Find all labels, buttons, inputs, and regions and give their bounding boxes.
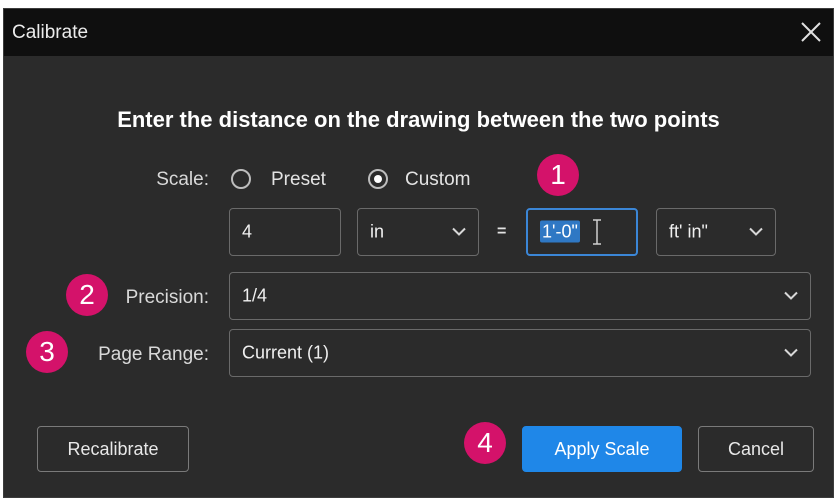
cancel-button-label: Cancel: [727, 439, 785, 459]
drawing-unit-value: in: [370, 221, 385, 242]
dialog-title: Calibrate: [12, 22, 89, 43]
radio-preset-label: Preset: [271, 169, 326, 190]
precision-select[interactable]: 1/4: [229, 272, 811, 320]
radio-custom[interactable]: [368, 169, 388, 189]
close-icon[interactable]: [799, 20, 823, 44]
equals-sign: =: [497, 223, 507, 240]
recalibrate-button-label: Recalibrate: [67, 439, 159, 459]
radio-custom-label: Custom: [405, 169, 471, 190]
real-distance-value: 1'-0": [540, 220, 580, 243]
callout-2: 2: [66, 274, 108, 316]
cancel-button[interactable]: Cancel: [698, 426, 814, 472]
apply-scale-button-label: Apply Scale: [554, 439, 650, 459]
precision-value: 1/4: [242, 285, 268, 306]
chevron-down-icon: [749, 227, 763, 236]
recalibrate-button[interactable]: Recalibrate: [37, 426, 189, 472]
real-distance-input[interactable]: 1'-0": [526, 208, 638, 256]
text-cursor-icon: [593, 219, 601, 245]
title-bar: Calibrate: [4, 9, 833, 56]
dialog-heading: Enter the distance on the drawing betwee…: [117, 107, 720, 132]
calibrate-dialog: Calibrate Enter the distance on the draw…: [3, 8, 834, 498]
real-unit-select[interactable]: ft' in": [656, 208, 776, 256]
apply-scale-button[interactable]: Apply Scale: [522, 426, 682, 472]
chevron-down-icon: [784, 291, 798, 300]
chevron-down-icon: [784, 348, 798, 357]
callout-4: 4: [464, 422, 506, 464]
scale-label: Scale:: [156, 169, 209, 190]
chevron-down-icon: [452, 227, 466, 236]
drawing-distance-input[interactable]: 4: [229, 208, 341, 256]
page-range-label: Page Range:: [98, 344, 209, 365]
precision-label: Precision:: [125, 287, 209, 308]
page-range-select[interactable]: Current (1): [229, 329, 811, 377]
drawing-distance-value: 4: [242, 221, 253, 242]
real-unit-value: ft' in": [669, 221, 708, 242]
callout-1: 1: [537, 154, 579, 196]
callout-3: 3: [26, 331, 68, 373]
drawing-unit-select[interactable]: in: [357, 208, 479, 256]
page-range-value: Current (1): [242, 342, 330, 363]
radio-preset[interactable]: [231, 169, 251, 189]
